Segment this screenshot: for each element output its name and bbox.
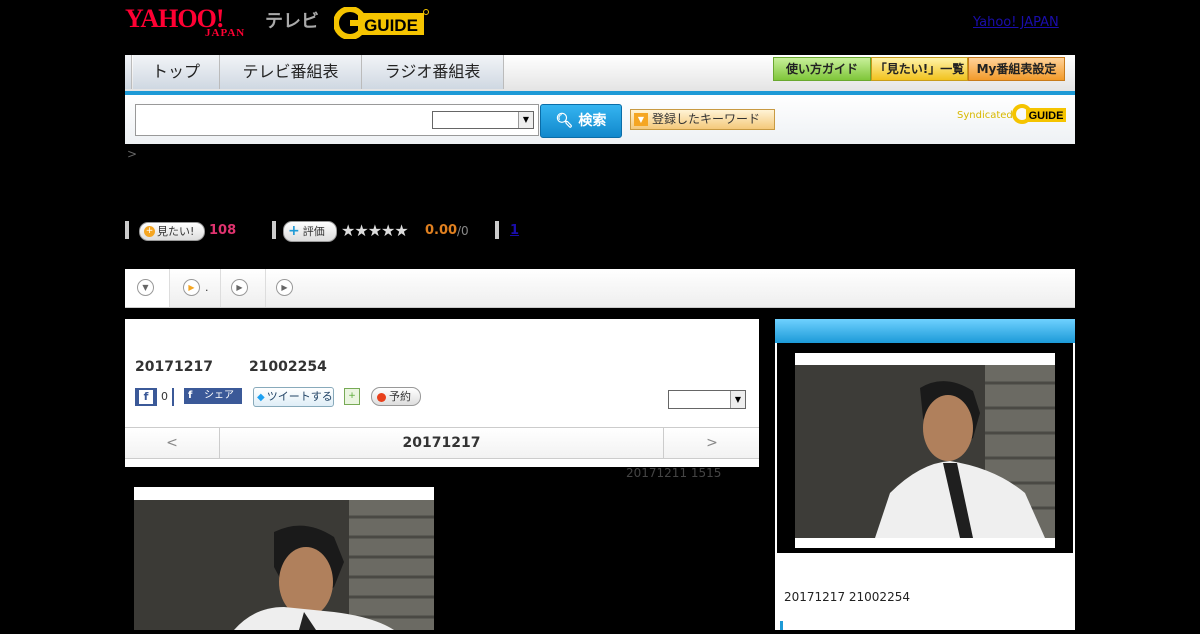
nav-tab-radio-listings[interactable]: ラジオ番組表 bbox=[362, 55, 504, 89]
chevron-down-icon: ▼ bbox=[137, 279, 154, 296]
plus-icon: + bbox=[288, 223, 300, 239]
nav-edge bbox=[125, 55, 132, 89]
search-button[interactable]: 🔍︎ 検索 bbox=[540, 104, 622, 138]
program-id: 21002254 bbox=[248, 359, 327, 375]
rate-button[interactable]: + 評価 bbox=[283, 221, 337, 242]
tab-3[interactable]: ▶ bbox=[221, 269, 266, 307]
yahoo-japan-logo-sub: JAPAN bbox=[205, 27, 246, 39]
gguide-logo-text: GUIDE bbox=[364, 16, 418, 35]
actor-photo-image bbox=[134, 500, 434, 630]
saved-keywords-button[interactable]: ▼ 登録したキーワード bbox=[630, 109, 775, 130]
chevron-down-icon: ▼ bbox=[518, 112, 533, 128]
svg-text:GUIDE: GUIDE bbox=[1029, 110, 1064, 122]
want-list-button[interactable]: 「見たい!」一覧 bbox=[871, 57, 968, 81]
tab-program-info[interactable]: ▼ bbox=[125, 269, 170, 307]
tweet-label: ツイートする bbox=[266, 390, 333, 403]
plus-icon: + bbox=[144, 226, 155, 237]
rating-value: 0.00 bbox=[425, 223, 458, 238]
stat-divider bbox=[495, 221, 499, 239]
nav-tab-top[interactable]: トップ bbox=[133, 55, 220, 89]
rating-stars: ★★★★★ bbox=[341, 221, 409, 240]
search-icon: 🔍︎ bbox=[555, 113, 574, 129]
reserve-button[interactable]: 予約 bbox=[371, 387, 421, 406]
tweet-button[interactable]: ◆ ツイートする bbox=[253, 387, 334, 407]
stat-divider bbox=[272, 221, 276, 239]
tab-2-label: . bbox=[205, 281, 209, 294]
star-icon: ★ bbox=[354, 221, 368, 240]
play-icon: ▶ bbox=[183, 279, 200, 296]
sidebar-program-date: 20171217 21002254 bbox=[784, 590, 910, 604]
facebook-share-label: シェア bbox=[204, 390, 234, 401]
yahoo-japan-link[interactable]: Yahoo! JAPAN bbox=[973, 15, 1059, 30]
syndicated-gguide-logo: GUIDE bbox=[1012, 104, 1066, 124]
breadcrumb: > bbox=[127, 147, 138, 161]
sidebar-accent-bar bbox=[780, 621, 783, 630]
search-button-label: 検索 bbox=[578, 113, 607, 129]
play-icon: ▶ bbox=[276, 279, 293, 296]
search-category-select[interactable]: ▼ bbox=[432, 111, 534, 129]
want-label: 見たい! bbox=[157, 225, 195, 238]
program-title: 20171217 21002254 bbox=[135, 359, 327, 375]
twitter-bird-icon: ◆ bbox=[257, 392, 265, 403]
program-photo[interactable] bbox=[134, 487, 434, 630]
facebook-icon: f bbox=[139, 390, 153, 404]
facebook-like-button[interactable]: f0 bbox=[135, 388, 174, 406]
rating-count: /0 bbox=[457, 224, 469, 238]
tab-2[interactable]: ▶ . bbox=[170, 269, 221, 307]
star-icon: ★ bbox=[394, 221, 408, 240]
tv-logo[interactable]: テレビ bbox=[265, 7, 319, 33]
facebook-icon: f bbox=[188, 390, 193, 401]
current-date: 20171217 bbox=[402, 435, 481, 451]
reserve-label: 予約 bbox=[389, 390, 411, 403]
program-select[interactable]: ▼ bbox=[668, 390, 746, 409]
updated-timestamp: 20171211 1515 bbox=[626, 466, 722, 480]
saved-keywords-label: 登録したキーワード bbox=[652, 112, 761, 126]
actor-photo-image bbox=[795, 365, 1055, 538]
facebook-share-button[interactable]: f シェア bbox=[184, 388, 242, 404]
chevron-down-icon: ▼ bbox=[730, 391, 745, 408]
nav-tab-tv-listings[interactable]: テレビ番組表 bbox=[220, 55, 362, 89]
prev-date-button[interactable]: < bbox=[125, 428, 220, 458]
star-icon: ★ bbox=[367, 221, 382, 240]
stat-divider bbox=[125, 221, 129, 239]
sidebar-header bbox=[775, 319, 1075, 343]
my-listings-button[interactable]: My番組表設定 bbox=[968, 57, 1065, 81]
record-icon bbox=[377, 392, 386, 402]
star-icon: ★ bbox=[381, 221, 395, 240]
syndicated-label: Syndicated bbox=[957, 110, 1013, 121]
guide-button[interactable]: 使い方ガイド bbox=[773, 57, 871, 81]
facebook-like-count: 0 bbox=[157, 388, 172, 406]
sidebar-photo[interactable] bbox=[795, 353, 1055, 548]
want-count: 108 bbox=[209, 223, 237, 238]
program-tabs: ▼ ▶ . ▶ ▶ bbox=[125, 269, 1075, 308]
gguide-logo[interactable]: GUIDE bbox=[334, 7, 429, 39]
want-button[interactable]: + 見たい! bbox=[139, 222, 205, 241]
date-navigation: < 20171217 > bbox=[125, 427, 759, 459]
calendar-add-icon[interactable]: + bbox=[344, 388, 360, 405]
tab-4[interactable]: ▶ bbox=[266, 269, 310, 307]
next-date-button[interactable]: > bbox=[663, 428, 760, 458]
play-icon: ▶ bbox=[231, 279, 248, 296]
rate-label: 評価 bbox=[302, 225, 325, 238]
review-link[interactable]: 1 bbox=[510, 223, 519, 238]
program-date: 20171217 bbox=[135, 359, 213, 375]
dropdown-arrow-icon: ▼ bbox=[634, 113, 648, 126]
star-icon: ★ bbox=[341, 221, 355, 240]
